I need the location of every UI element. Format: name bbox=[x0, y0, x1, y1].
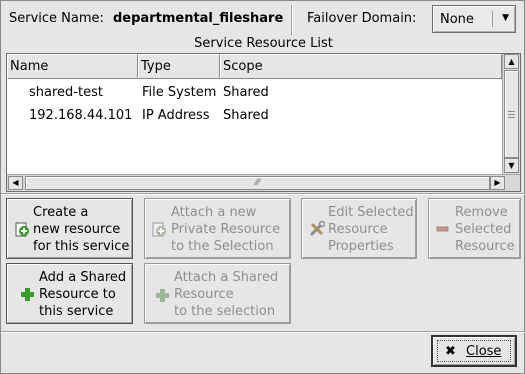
add-shared-resource-label: Add a Shared Resource to this service bbox=[39, 270, 127, 319]
attach-private-resource-button[interactable]: Attach a new Private Resource to the Sel… bbox=[144, 198, 291, 259]
service-name-value: departmental_fileshare bbox=[113, 11, 284, 26]
row-name: 192.168.44.101 bbox=[29, 108, 133, 123]
footer-separator bbox=[1, 331, 525, 333]
failover-domain-select[interactable]: None ▼ bbox=[432, 5, 516, 33]
horizontal-scroll-thumb[interactable]: ⁄⁄⁄ bbox=[25, 176, 490, 190]
row-type: File System bbox=[142, 85, 217, 100]
column-header-type[interactable]: Type bbox=[138, 54, 220, 79]
row-type: IP Address bbox=[142, 108, 210, 123]
attach-resource-icon bbox=[152, 222, 166, 237]
thumb-grip bbox=[508, 111, 515, 112]
row-scope: Shared bbox=[223, 108, 269, 123]
add-icon bbox=[156, 289, 169, 302]
combo-separator bbox=[492, 11, 493, 27]
scroll-down-arrow-icon[interactable]: ▼ bbox=[504, 158, 519, 173]
scroll-right-arrow-icon[interactable]: ▶ bbox=[490, 176, 505, 190]
create-new-resource-button[interactable]: Create a new resource for this service bbox=[6, 198, 133, 259]
close-button-label: Close bbox=[466, 344, 502, 359]
attach-shared-resource-label: Attach a Shared Resource to the selectio… bbox=[174, 270, 279, 319]
row-name: shared-test bbox=[29, 85, 103, 100]
add-icon bbox=[21, 288, 34, 301]
scroll-up-arrow-icon[interactable]: ▲ bbox=[504, 54, 519, 69]
chevron-down-icon: ▼ bbox=[502, 13, 509, 23]
tools-icon bbox=[309, 221, 325, 237]
create-new-resource-label: Create a new resource for this service bbox=[33, 205, 130, 254]
column-header-name[interactable]: Name bbox=[7, 54, 138, 79]
remove-selected-resource-button[interactable]: Remove Selected Resource bbox=[428, 198, 521, 259]
list-separator bbox=[1, 193, 525, 195]
table-row[interactable]: 192.168.44.101 IP Address Shared bbox=[7, 108, 502, 130]
vertical-scroll-thumb[interactable] bbox=[504, 70, 519, 158]
edit-selected-resource-button[interactable]: Edit Selected Resource Properties bbox=[301, 198, 417, 259]
vertical-scrollbar[interactable]: ▲ ▼ bbox=[502, 54, 520, 174]
close-button[interactable]: ✖ Close bbox=[431, 335, 517, 367]
attach-private-resource-label: Attach a new Private Resource to the Sel… bbox=[171, 205, 281, 254]
resource-list[interactable]: Name Type Scope shared-test File System … bbox=[6, 53, 521, 192]
table-row[interactable]: shared-test File System Shared bbox=[7, 85, 502, 107]
add-shared-resource-button[interactable]: Add a Shared Resource to this service bbox=[6, 263, 133, 324]
close-icon: ✖ bbox=[445, 344, 456, 359]
failover-domain-label: Failover Domain: bbox=[307, 11, 417, 26]
row-scope: Shared bbox=[223, 85, 269, 100]
scroll-left-arrow-icon[interactable]: ◀ bbox=[8, 176, 23, 190]
horizontal-scrollbar[interactable]: ◀ ⁄⁄⁄ ▶ bbox=[7, 174, 520, 191]
column-header-scope[interactable]: Scope bbox=[220, 54, 502, 79]
attach-shared-resource-button[interactable]: Attach a Shared Resource to the selectio… bbox=[144, 263, 291, 324]
edit-selected-resource-label: Edit Selected Resource Properties bbox=[328, 205, 414, 254]
header-separator bbox=[291, 5, 293, 35]
remove-selected-resource-label: Remove Selected Resource bbox=[455, 205, 515, 254]
remove-icon bbox=[436, 226, 449, 232]
thumb-grip bbox=[508, 117, 515, 118]
service-dialog: Service Name: departmental_fileshare Fai… bbox=[0, 0, 525, 374]
thumb-grip bbox=[508, 114, 515, 115]
service-name-label: Service Name: bbox=[9, 11, 104, 26]
resource-list-title: Service Resource List bbox=[194, 36, 333, 51]
failover-domain-value: None bbox=[440, 12, 474, 27]
new-resource-icon bbox=[15, 222, 29, 237]
